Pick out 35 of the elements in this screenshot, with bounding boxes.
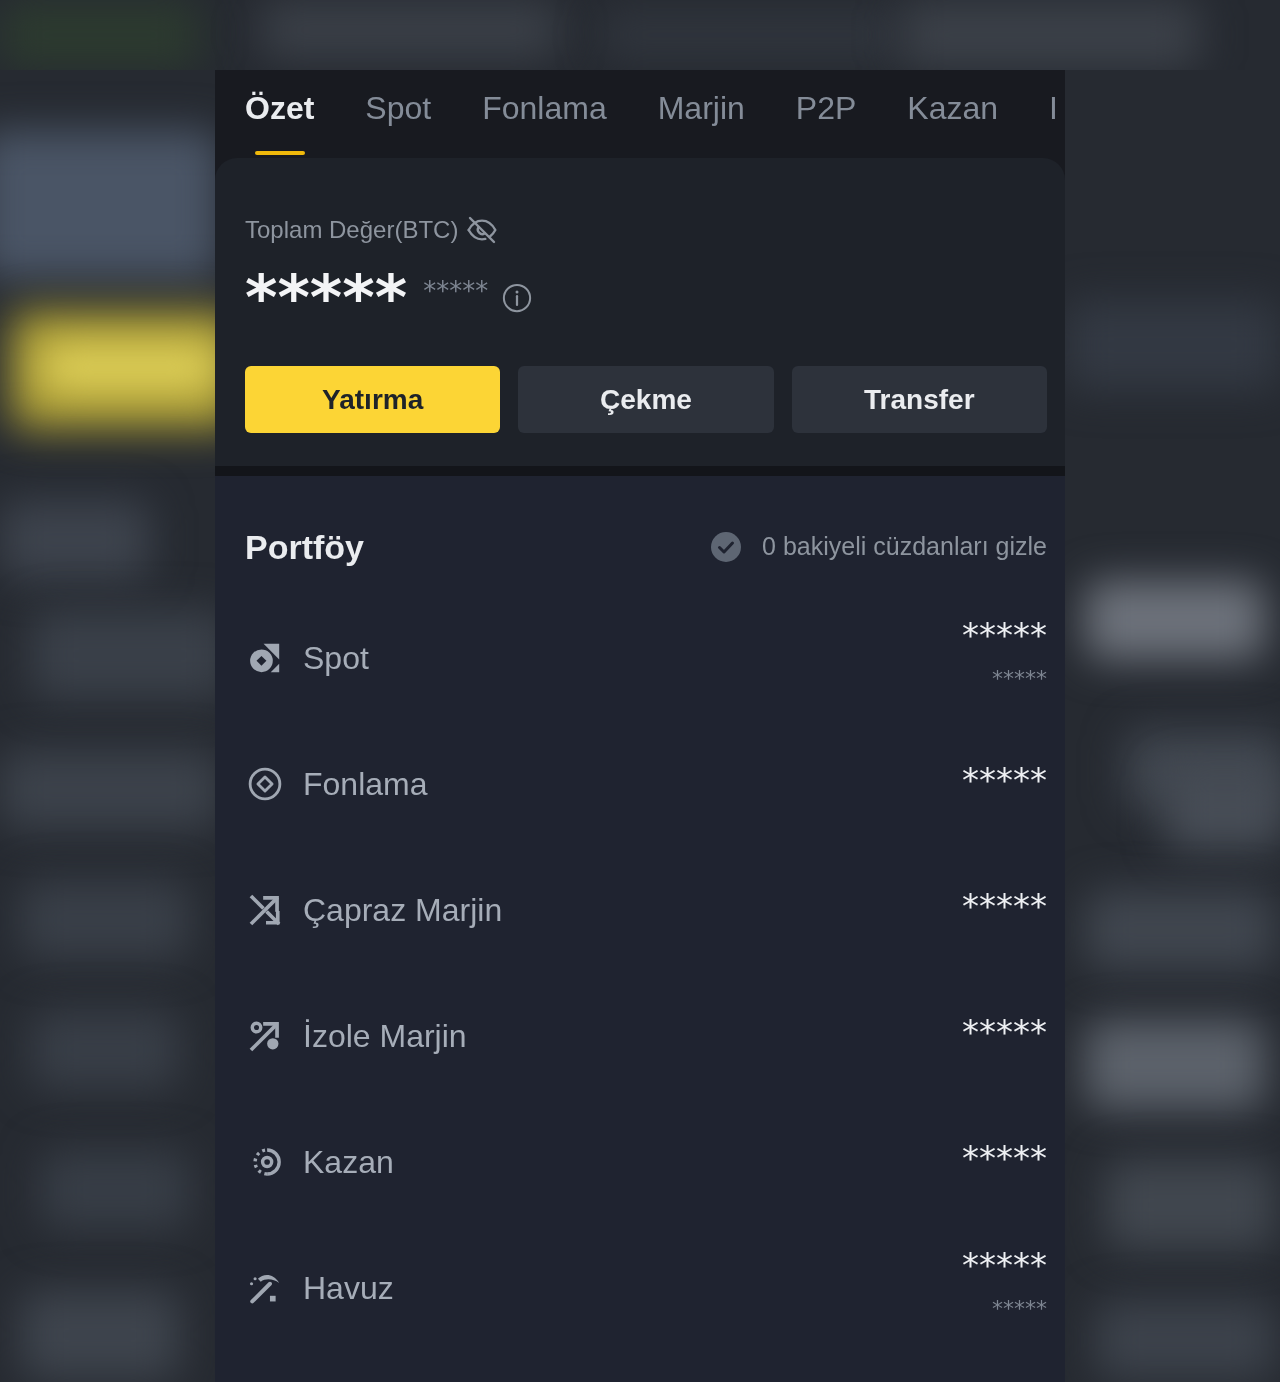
balance-value: ***** xyxy=(245,260,408,322)
balance-secondary-value: ***** xyxy=(423,281,489,301)
tab[interactable]: Kazan xyxy=(907,70,998,158)
diamond-circle-icon xyxy=(248,767,282,801)
hide-zero-balances-checkbox[interactable]: 0 bakiyeli cüzdanları gizle xyxy=(711,528,1047,566)
account-balance: ***** xyxy=(962,763,1047,797)
account-balance: ***** xyxy=(962,1248,1047,1282)
tab[interactable]: Spot xyxy=(365,70,432,158)
coin-diamond-icon xyxy=(248,641,282,675)
account-name: Havuz xyxy=(303,1269,394,1308)
crossed-arrows-icon xyxy=(248,893,282,927)
action-button[interactable]: Transfer xyxy=(791,366,1047,433)
account-secondary-balance: ***** xyxy=(991,668,1047,690)
account-balance: ***** xyxy=(962,1015,1047,1049)
account-balance: ***** xyxy=(962,618,1047,652)
action-button[interactable]: Çekme xyxy=(518,366,774,433)
tab[interactable]: Marjin xyxy=(657,70,745,158)
section-title: Portföy xyxy=(245,527,364,568)
account-name: İzole Marjin xyxy=(303,1017,467,1056)
tab[interactable]: P2P xyxy=(795,70,857,158)
eye-slash-icon xyxy=(466,216,499,244)
total-value-label: Toplam Değer(BTC) xyxy=(245,215,459,245)
tab[interactable]: Özet xyxy=(245,70,315,158)
tab[interactable]: Fonlama xyxy=(482,70,607,158)
account-name: Spot xyxy=(303,639,369,678)
tab[interactable]: I xyxy=(1049,70,1058,158)
account-balance: ***** xyxy=(962,889,1047,923)
account-name: Fonlama xyxy=(303,765,428,804)
percent-arrow-icon xyxy=(248,1019,282,1053)
account-balance: ***** xyxy=(962,1141,1047,1175)
info-icon xyxy=(502,283,533,313)
account-secondary-balance: ***** xyxy=(991,1298,1047,1320)
action-button[interactable]: Yatırma xyxy=(245,366,501,433)
account-name: Kazan xyxy=(303,1143,394,1182)
account-name: Çapraz Marjin xyxy=(303,891,503,930)
